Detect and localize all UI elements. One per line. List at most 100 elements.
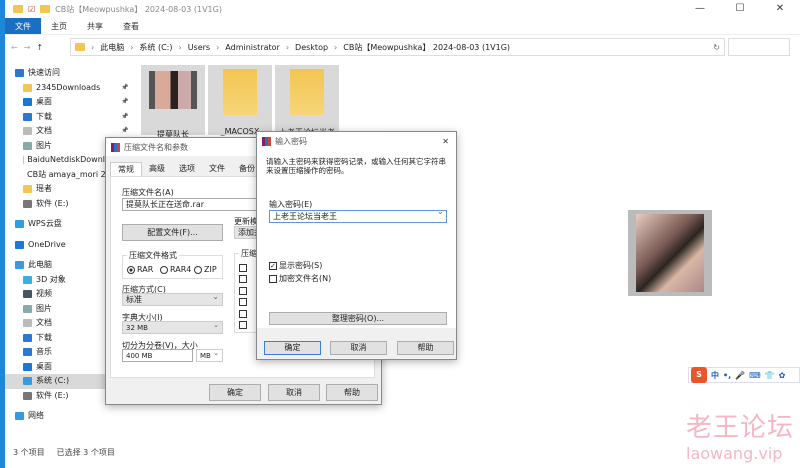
tab-home[interactable]: 主页 bbox=[41, 18, 77, 34]
sidebar-item[interactable]: 快速访问 bbox=[5, 66, 105, 81]
sidebar-item-label: 桌面 bbox=[36, 97, 52, 106]
breadcrumb-separator-icon[interactable]: › bbox=[286, 43, 289, 52]
tab-view[interactable]: 查看 bbox=[113, 18, 149, 34]
sidebar-item[interactable]: 桌面 bbox=[5, 360, 105, 375]
sidebar-item[interactable]: 2345Downloads 📌 bbox=[5, 81, 128, 96]
winrar-icon bbox=[262, 136, 271, 146]
help-button[interactable]: 帮助 bbox=[397, 341, 454, 355]
punctuation-icon[interactable]: •, bbox=[723, 371, 731, 380]
tab-share[interactable]: 共享 bbox=[77, 18, 113, 34]
tab-files[interactable]: 文件 bbox=[202, 162, 232, 177]
sidebar-item[interactable]: 瑶者 bbox=[5, 182, 105, 197]
minimize-button[interactable]: — bbox=[680, 0, 720, 18]
sidebar-item-icon bbox=[15, 220, 24, 229]
sidebar-item[interactable]: 桌面 📌 bbox=[5, 95, 128, 110]
breadcrumb-item[interactable]: 此电脑 bbox=[100, 42, 124, 53]
search-input[interactable] bbox=[728, 38, 790, 56]
sidebar-item[interactable]: 文档 bbox=[5, 316, 105, 331]
sidebar-item[interactable]: WPS云盘 bbox=[5, 217, 105, 232]
tab-advanced[interactable]: 高级 bbox=[142, 162, 172, 177]
properties-icon[interactable]: ☑ bbox=[28, 5, 35, 14]
breadcrumb-item[interactable]: Users bbox=[188, 43, 210, 52]
sidebar-item-icon bbox=[23, 362, 32, 371]
sidebar-item[interactable]: 软件 (E:) bbox=[5, 197, 105, 212]
close-icon[interactable]: ✕ bbox=[442, 137, 449, 146]
sidebar-item-label: CB站 amaya_mori 2 bbox=[27, 169, 105, 179]
sidebar-item[interactable]: 网络 bbox=[5, 409, 105, 424]
sidebar-item[interactable]: 下载 bbox=[5, 331, 105, 346]
options-checkboxes[interactable] bbox=[239, 262, 249, 331]
cancel-button[interactable]: 取消 bbox=[330, 341, 387, 355]
breadcrumb-separator-icon[interactable]: › bbox=[178, 43, 181, 52]
ok-button[interactable]: 确定 bbox=[264, 341, 321, 355]
maximize-button[interactable]: ☐ bbox=[720, 0, 760, 18]
profiles-button[interactable]: 配置文件(F)... bbox=[122, 224, 223, 241]
sidebar-item-label: OneDrive bbox=[28, 239, 66, 249]
sidebar-item[interactable]: 视频 bbox=[5, 287, 105, 302]
close-button[interactable]: ✕ bbox=[760, 0, 800, 18]
title-bar: ☑ CB站【Meowpushka】 2024-08-03 (1V1G) — ☐ … bbox=[5, 0, 800, 18]
ime-toolbar[interactable]: S 中 •, 🎤 ⌨ 👕 ✿ bbox=[688, 367, 800, 383]
ok-button[interactable]: 确定 bbox=[209, 384, 261, 401]
sidebar-item[interactable]: 下载 📌 bbox=[5, 110, 128, 125]
format-rar4-radio[interactable]: RAR4 bbox=[160, 265, 191, 274]
keyboard-icon[interactable]: ⌨ bbox=[749, 371, 761, 380]
breadcrumb-separator-icon[interactable]: › bbox=[130, 43, 133, 52]
sidebar-item[interactable]: CB站 amaya_mori 2 bbox=[5, 168, 105, 183]
encrypt-filenames-checkbox[interactable]: 加密文件名(N) bbox=[269, 273, 331, 284]
watermark-url: laowang.vip bbox=[686, 444, 783, 463]
file-item[interactable]: _MACOSX bbox=[208, 65, 272, 136]
sidebar-item[interactable]: 3D 对象 bbox=[5, 273, 105, 288]
sidebar-item[interactable]: 图片📌 bbox=[5, 139, 128, 154]
format-zip-radio[interactable]: ZIP bbox=[194, 265, 217, 274]
sidebar-item[interactable]: 此电脑 bbox=[5, 258, 105, 273]
chevron-down-icon[interactable]: ⌄ bbox=[437, 207, 444, 216]
sidebar-item-icon bbox=[23, 98, 32, 107]
tab-file[interactable]: 文件 bbox=[5, 18, 41, 34]
sidebar-item[interactable]: 系统 (C:) bbox=[5, 374, 105, 389]
file-item[interactable]: 上老王论坛当老 bbox=[275, 65, 339, 137]
refresh-icon[interactable]: ↻ bbox=[713, 43, 720, 52]
breadcrumb-separator-icon[interactable]: › bbox=[91, 43, 94, 52]
back-icon[interactable]: ← bbox=[11, 43, 18, 52]
sidebar-item[interactable]: 文档 📌 bbox=[5, 124, 128, 139]
sidebar-item[interactable]: OneDrive bbox=[5, 238, 105, 253]
breadcrumb-separator-icon[interactable]: › bbox=[334, 43, 337, 52]
breadcrumb-item[interactable]: Desktop bbox=[295, 43, 328, 52]
split-unit-select[interactable]: MB bbox=[196, 347, 223, 362]
breadcrumb-item[interactable]: CB站【Meowpushka】 2024-08-03 (1V1G) bbox=[343, 42, 510, 53]
breadcrumb-item[interactable]: 系统 (C:) bbox=[139, 42, 172, 53]
sidebar-item-label: 网络 bbox=[28, 411, 44, 420]
up-icon[interactable]: ↑ bbox=[36, 43, 43, 52]
dict-select[interactable]: 32 MB bbox=[122, 319, 223, 334]
cancel-button[interactable]: 取消 bbox=[268, 384, 320, 401]
watermark-title: 老王论坛 bbox=[686, 413, 795, 443]
tab-general[interactable]: 常规 bbox=[110, 162, 142, 177]
skin-icon[interactable]: 👕 bbox=[765, 371, 775, 380]
help-button[interactable]: 帮助 bbox=[326, 384, 378, 401]
sidebar-item[interactable]: 图片 bbox=[5, 302, 105, 317]
sidebar-item[interactable]: 音乐 bbox=[5, 345, 105, 360]
breadcrumb-item[interactable]: Administrator bbox=[225, 43, 280, 52]
new-folder-icon[interactable] bbox=[40, 5, 51, 13]
password-input[interactable]: 上老王论坛当老王 bbox=[269, 210, 447, 223]
format-rar-radio[interactable]: RAR bbox=[127, 265, 153, 274]
split-size-input[interactable]: 400 MB bbox=[122, 349, 193, 362]
sidebar-item-label: 系统 (C:) bbox=[36, 376, 70, 385]
tab-options[interactable]: 选项 bbox=[172, 162, 202, 177]
video-thumbnail-preview[interactable] bbox=[628, 210, 712, 296]
item-count: 3 个项目 bbox=[13, 448, 45, 457]
tools-icon[interactable]: ✿ bbox=[779, 371, 786, 380]
file-item[interactable]: 提莫队长 bbox=[141, 65, 205, 139]
ime-mode[interactable]: 中 bbox=[711, 370, 719, 381]
winrar-icon bbox=[111, 142, 120, 152]
forward-icon[interactable]: → bbox=[24, 43, 31, 52]
sidebar-item[interactable]: 软件 (E:) bbox=[5, 389, 105, 404]
show-password-checkbox[interactable]: ✓ 显示密码(S) bbox=[269, 260, 322, 271]
organize-passwords-button[interactable]: 整理密码(O)... bbox=[269, 312, 447, 325]
breadcrumb-separator-icon[interactable]: › bbox=[216, 43, 219, 52]
sidebar-item[interactable]: BaiduNetdiskDownl bbox=[5, 153, 105, 168]
method-select[interactable]: 标准 bbox=[122, 291, 223, 306]
address-bar[interactable]: › 此电脑 › 系统 (C:) › Users › Administrator › Desktop… bbox=[70, 38, 725, 56]
microphone-icon[interactable]: 🎤 bbox=[735, 371, 745, 380]
